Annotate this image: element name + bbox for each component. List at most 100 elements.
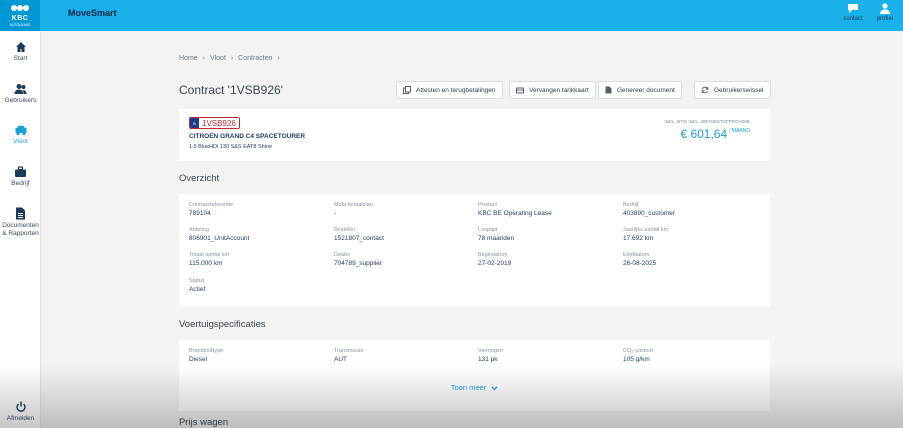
field-brandstoftype: Brandstoftype Diesel	[189, 348, 223, 363]
field-label: Begindatum	[478, 252, 508, 258]
contact-label: contact	[843, 16, 863, 22]
breadcrumb-contracten[interactable]: Contracten	[238, 55, 272, 62]
field-label: CO₂-uitstoot	[623, 348, 653, 354]
field-value: 1521807_contact	[334, 235, 384, 242]
sidebar-item-label: Start	[13, 55, 28, 62]
kbc-logo-mark-icon	[10, 4, 30, 15]
breadcrumb-separator: ›	[277, 55, 280, 62]
toon-meer-button[interactable]: Toon meer	[179, 383, 770, 392]
sidebar-item-label: Documenten	[2, 222, 39, 229]
contact-button[interactable]: contact	[838, 3, 868, 22]
field-label: Dealer	[334, 252, 351, 258]
field-label: Product	[478, 202, 497, 208]
field-label: Jaarlijks aantal km	[623, 227, 669, 233]
main-content: Home › Vloot › Contracten › Contract '1V…	[41, 31, 903, 428]
field-vermogen: Vermogen 131 pk	[478, 348, 503, 363]
plate-number: 1VSB926	[199, 118, 239, 128]
logout-label: Afmelden	[6, 415, 35, 422]
sidebar-item-label: Bedrijf	[11, 180, 30, 187]
field-label: Einddatum	[623, 252, 650, 258]
profile-button[interactable]: profiel	[870, 3, 900, 22]
genereer-document-label: Genereer document	[617, 86, 675, 94]
kbc-logo[interactable]: KBC AUTOLEASE	[0, 0, 40, 31]
field-value: KBC BE Operating Lease	[478, 210, 552, 217]
price-value: € 601,64	[680, 127, 728, 141]
field-mobi-betaalplan: Mobi betaalplan -	[334, 202, 373, 217]
gebruikerswissel-button[interactable]: Gebruikerswissel	[694, 81, 771, 99]
breadcrumb-home[interactable]: Home	[179, 55, 198, 62]
field-value: AUT	[334, 356, 347, 363]
file-icon	[605, 86, 612, 94]
field-product: Product KBC BE Operating Lease	[478, 202, 552, 217]
profile-label: profiel	[876, 16, 894, 22]
chat-icon	[848, 4, 858, 13]
sidebar-item-vloot[interactable]: Vloot	[0, 125, 41, 146]
field-label: Totaal aantal km	[189, 252, 230, 258]
breadcrumb-separator: ›	[202, 55, 205, 62]
toon-meer-label: Toon meer	[450, 383, 487, 392]
page-title: Contract '1VSB926'	[179, 83, 283, 97]
home-icon	[15, 42, 26, 52]
field-contractreferentie: Contractreferentie 789104	[189, 202, 233, 217]
field-value: 806901_UnitAccount	[189, 235, 250, 242]
logo-subtext: AUTOLEASE	[9, 22, 31, 27]
field-besteller: Besteller 1521807_contact	[334, 227, 384, 242]
vehicle-card: B 1VSB926 CITROËN GRAND C4 SPACETOURER 1…	[179, 109, 770, 161]
card-swap-icon	[516, 87, 524, 93]
field-value: 17.692 km	[623, 235, 654, 242]
breadcrumb-vloot[interactable]: Vloot	[210, 55, 226, 62]
field-value: 27-02-2019	[478, 260, 512, 267]
top-bar: KBC AUTOLEASE MoveSmart contact profiel	[0, 0, 903, 31]
license-plate: B 1VSB926	[189, 117, 240, 129]
attesten-button[interactable]: Attesten en terugbetalingen	[396, 81, 503, 99]
field-label: Brandstoftype	[189, 348, 223, 354]
sidebar-item-label: Gebruikers	[4, 97, 37, 104]
field-bedrijf: Bedrijf 403890_customer	[623, 202, 675, 217]
gebruikerswissel-label: Gebruikerswissel	[714, 86, 764, 94]
field-label: Contractreferentie	[189, 202, 234, 208]
vervangen-tankkaart-button[interactable]: Vervangen tankkaart	[509, 81, 596, 99]
field-value: 105 g/km	[623, 356, 650, 363]
field-transmissie: Transmissie AUT	[334, 348, 363, 363]
field-looptijd: Looptijd 78 maanden	[478, 227, 514, 242]
specs-title: Voertuigspecificaties	[179, 319, 266, 330]
attesten-button-label: Attesten en terugbetalingen	[416, 86, 496, 94]
sidebar-item-label-line2: & Rapporten	[2, 230, 39, 237]
field-value: 131 pk	[478, 356, 498, 363]
sidebar: Start Gebruikers Vloot Bedrijf Documente…	[0, 31, 41, 428]
field-begindatum: Begindatum 27-02-2019	[478, 252, 511, 267]
field-label: Bedrijf	[623, 202, 639, 208]
field-label: Transmissie	[334, 348, 364, 354]
field-label: Vermogen	[478, 348, 504, 354]
vervangen-tankkaart-label: Vervangen tankkaart	[529, 86, 589, 94]
field-label: Afdeling	[189, 227, 209, 233]
chevron-down-icon	[491, 385, 498, 390]
sidebar-item-start[interactable]: Start	[0, 41, 41, 63]
monthly-price: € 601,64/ MAAND	[680, 127, 750, 141]
genereer-document-button[interactable]: Genereer document	[598, 81, 682, 99]
sidebar-item-bedrijf[interactable]: Bedrijf	[0, 166, 41, 188]
field-value: 115.000 km	[189, 260, 223, 267]
car-icon	[15, 125, 26, 136]
price-label: INCL. BTW INCL. BRANDSTOFPROVISIE	[664, 119, 750, 124]
sidebar-item-documenten[interactable]: Documenten & Rapporten	[0, 207, 41, 238]
sidebar-item-gebruikers[interactable]: Gebruikers	[0, 83, 41, 105]
document-icon	[16, 207, 25, 220]
power-icon	[15, 401, 26, 412]
breadcrumb-separator: ›	[230, 55, 234, 62]
field-totaal-km: Totaal aantal km 115.000 km	[189, 252, 229, 267]
logo-text: KBC	[11, 14, 29, 22]
field-value: Diesel	[189, 356, 208, 363]
field-dealer: Dealer 704789_supplier	[334, 252, 382, 267]
field-jaarlijks-km: Jaarlijks aantal km 17.692 km	[623, 227, 668, 242]
users-icon	[14, 84, 27, 94]
car-model: CITROËN GRAND C4 SPACETOURER	[189, 133, 306, 140]
field-value: 789104	[189, 210, 211, 217]
field-einddatum: Einddatum 26-08-2025	[623, 252, 656, 267]
app-title: MoveSmart	[68, 8, 117, 18]
plate-country: B	[190, 118, 199, 128]
overview-card: Contractreferentie 789104 Mobi betaalplan…	[179, 194, 770, 306]
field-value: Actief	[189, 286, 206, 293]
field-value: 403890_customer	[623, 210, 676, 217]
logout-button[interactable]: Afmelden	[0, 401, 41, 423]
